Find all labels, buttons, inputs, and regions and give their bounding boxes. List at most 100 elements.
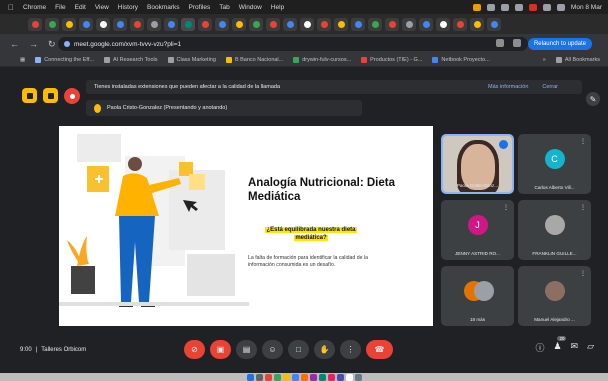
- menu-item-profiles[interactable]: Profiles: [189, 4, 211, 11]
- overflow-icon[interactable]: »: [543, 57, 546, 63]
- menu-item-edit[interactable]: Edit: [75, 4, 86, 11]
- browser-tab[interactable]: [232, 17, 246, 31]
- recording-icon[interactable]: [64, 88, 80, 104]
- browser-tab[interactable]: [368, 17, 382, 31]
- browser-tab[interactable]: [419, 17, 433, 31]
- status-icon[interactable]: [486, 3, 495, 11]
- participant-tile[interactable]: C ⋮ Carlos Alberto Vill...: [518, 134, 591, 194]
- menu-item-help[interactable]: Help: [271, 4, 284, 11]
- app-icon[interactable]: [336, 373, 344, 381]
- browser-tab[interactable]: [62, 17, 76, 31]
- menu-item-window[interactable]: Window: [239, 4, 262, 11]
- participant-tile[interactable]: ⋮ Manuel Alejandro ...: [518, 266, 591, 326]
- browser-tab[interactable]: [334, 17, 348, 31]
- bookmark-item[interactable]: AI Research Tools: [103, 57, 158, 63]
- app-icon[interactable]: [327, 373, 335, 381]
- browser-tab[interactable]: [164, 17, 178, 31]
- end-call-button[interactable]: ☎: [366, 340, 393, 359]
- browser-tab[interactable]: [436, 17, 450, 31]
- menu-item-file[interactable]: File: [55, 4, 65, 11]
- browser-tab[interactable]: [470, 17, 484, 31]
- browser-tab[interactable]: [96, 17, 110, 31]
- app-icon[interactable]: [300, 373, 308, 381]
- relaunch-button[interactable]: Relaunch to update: [527, 38, 592, 50]
- menu-item-chrome[interactable]: Chrome: [23, 4, 46, 11]
- browser-tab[interactable]: [317, 17, 331, 31]
- browser-tab[interactable]: [300, 17, 314, 31]
- finder-icon[interactable]: [246, 373, 254, 381]
- launchpad-icon[interactable]: [255, 373, 263, 381]
- menu-item-history[interactable]: History: [118, 4, 138, 11]
- wifi-icon[interactable]: [542, 3, 551, 11]
- activities-icon[interactable]: ▱: [587, 341, 594, 354]
- forward-icon[interactable]: →: [29, 39, 38, 50]
- trash-icon[interactable]: [354, 373, 362, 381]
- bookmark-item[interactable]: Class Marketing: [167, 57, 216, 63]
- browser-tab[interactable]: [28, 17, 42, 31]
- menu-item-view[interactable]: View: [95, 4, 109, 11]
- app-icon[interactable]: [345, 373, 353, 381]
- info-icon[interactable]: ⓘ: [535, 341, 544, 354]
- browser-tab[interactable]: [266, 17, 280, 31]
- browser-tab[interactable]: [198, 17, 212, 31]
- present-button[interactable]: □: [288, 340, 309, 359]
- browser-tab[interactable]: [113, 17, 127, 31]
- browser-tab[interactable]: [45, 17, 59, 31]
- close-notice-link[interactable]: Cerrar: [542, 84, 558, 90]
- browser-tab[interactable]: [79, 17, 93, 31]
- url-field[interactable]: meet.google.com/xvm-tvvv-vzu?pli=1: [58, 37, 528, 51]
- participant-tile-more[interactable]: 18 más: [441, 266, 514, 326]
- app-icon[interactable]: [282, 373, 290, 381]
- menu-item-tab[interactable]: Tab: [219, 4, 229, 11]
- browser-tab-active[interactable]: [181, 17, 195, 31]
- status-icon[interactable]: [514, 3, 523, 11]
- app-icon[interactable]: [309, 373, 317, 381]
- participant-tile[interactable]: J ⋮ JENNY ASTRID RO...: [441, 200, 514, 260]
- browser-tab[interactable]: [130, 17, 144, 31]
- participant-tile[interactable]: ⋮ FRANKLIN GUILLE...: [518, 200, 591, 260]
- browser-tab[interactable]: [283, 17, 297, 31]
- mic-toggle-button[interactable]: ⊘: [184, 340, 205, 359]
- apple-icon[interactable]: : [8, 3, 14, 12]
- bookmark-item[interactable]: B Banco Nacional...: [225, 57, 283, 63]
- chat-icon[interactable]: ✉: [571, 341, 579, 354]
- reload-icon[interactable]: ↻: [48, 39, 56, 50]
- browser-tab[interactable]: [402, 17, 416, 31]
- back-icon[interactable]: ←: [10, 39, 19, 50]
- bookmark-item[interactable]: Connecting the Eff...: [35, 57, 94, 63]
- menubar-clock[interactable]: Mon 8 Mar: [571, 4, 602, 11]
- bookmark-item[interactable]: Netbook Proyecto...: [432, 57, 490, 63]
- browser-tab[interactable]: [215, 17, 229, 31]
- browser-tab[interactable]: [147, 17, 161, 31]
- status-icon[interactable]: [472, 3, 481, 11]
- extension-icon[interactable]: [513, 39, 521, 47]
- participant-tile-speaking[interactable]: Paola Cristo-Gonz...: [441, 134, 514, 194]
- browser-tab[interactable]: [351, 17, 365, 31]
- app-icon[interactable]: [318, 373, 326, 381]
- battery-icon[interactable]: [556, 3, 565, 11]
- bookmark-item[interactable]: drywin-fulv-cursos...: [293, 57, 351, 63]
- more-options-button[interactable]: ⋮: [340, 340, 361, 359]
- bookmark-star-icon[interactable]: [496, 39, 504, 47]
- camera-toggle-button[interactable]: ▣: [210, 340, 231, 359]
- status-icon[interactable]: [528, 3, 537, 11]
- app-icon[interactable]: [273, 373, 281, 381]
- notes-icon[interactable]: [22, 88, 37, 103]
- captions-button[interactable]: ▤: [236, 340, 257, 359]
- browser-tab[interactable]: [453, 17, 467, 31]
- apps-icon[interactable]: ▦: [20, 57, 25, 63]
- all-bookmarks[interactable]: All Bookmarks: [555, 57, 600, 63]
- browser-tab[interactable]: [249, 17, 263, 31]
- browser-tab[interactable]: [385, 17, 399, 31]
- app-icon[interactable]: [264, 373, 272, 381]
- pen-icon[interactable]: ✎: [586, 92, 600, 106]
- raise-hand-button[interactable]: ✋: [314, 340, 335, 359]
- more-info-link[interactable]: Más información: [488, 84, 528, 90]
- bookmark-item[interactable]: Productos (TIE) - G...: [361, 57, 422, 63]
- menu-item-bookmarks[interactable]: Bookmarks: [147, 4, 180, 11]
- chrome-icon[interactable]: [291, 373, 299, 381]
- browser-tab[interactable]: [487, 17, 501, 31]
- people-icon[interactable]: ♟: [553, 341, 561, 354]
- whiteboard-icon[interactable]: [43, 88, 58, 103]
- emoji-button[interactable]: ☺: [262, 340, 283, 359]
